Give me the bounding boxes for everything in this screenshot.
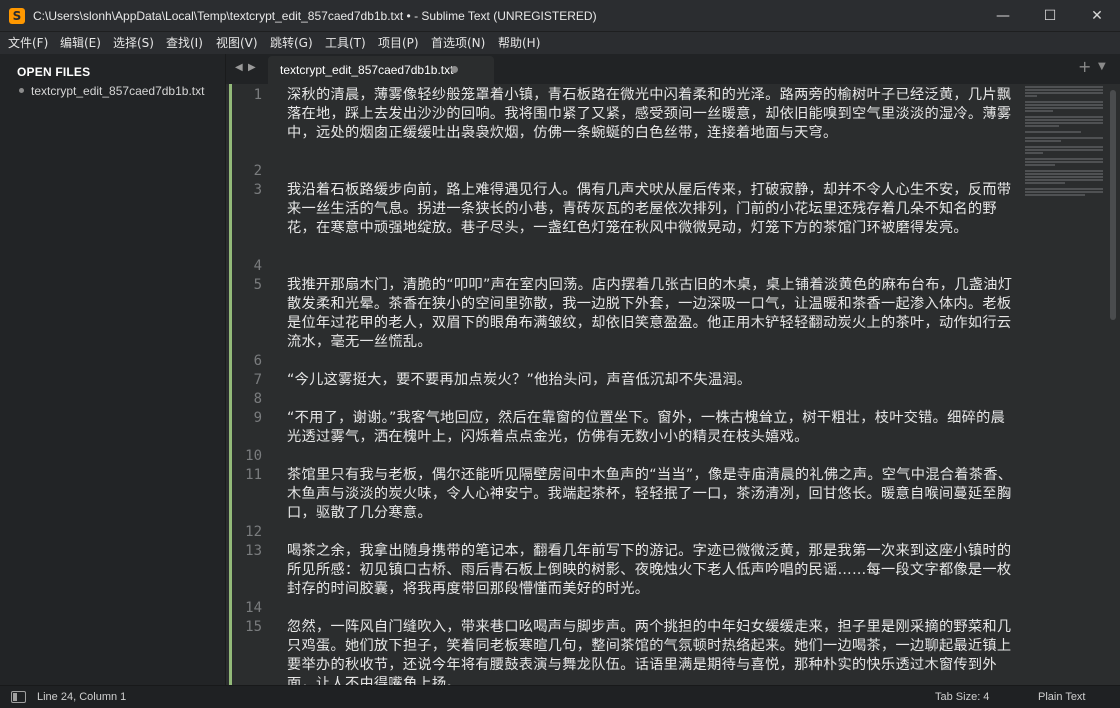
sidebar: OPEN FILES textcrypt_edit_857caed7db1b.t… <box>0 54 226 685</box>
tab-label: textcrypt_edit_857caed7db1b.txt <box>280 63 454 77</box>
window-title: C:\Users\slonh\AppData\Local\Temp\textcr… <box>33 9 597 23</box>
line-number: 4 <box>253 258 262 274</box>
line-text[interactable]: 喝茶之余，我拿出随身携带的笔记本，翻看几年前写下的游记。字迹已微微泛黄，那是我第… <box>287 542 1017 599</box>
line-number: 7 <box>253 372 262 388</box>
line-number: 14 <box>245 600 262 616</box>
minimap-line <box>1025 110 1053 112</box>
line-number: 11 <box>245 467 262 483</box>
line-text[interactable]: 我沿着石板路缓步向前，路上难得遇见行人。偶有几声犬吠从屋后传来，打破寂静，却并不… <box>287 181 1017 238</box>
minimap-line <box>1025 170 1103 172</box>
minimap-line <box>1025 188 1103 190</box>
scrollbar-thumb[interactable] <box>1110 90 1116 320</box>
line-text[interactable]: 忽然，一阵风自门缝吹入，带来巷口吆喝声与脚步声。两个挑担的中年妇女缓缓走来，担子… <box>287 618 1017 685</box>
minimap-line <box>1025 158 1103 160</box>
minimap-line <box>1025 173 1103 175</box>
minimap-line <box>1025 89 1103 91</box>
tab-size-selector[interactable]: Tab Size: 4 <box>935 690 989 704</box>
menu-bar: 文件(F) 编辑(E) 选择(S) 查找(I) 视图(V) 跳转(G) 工具(T… <box>0 32 1120 54</box>
line-number: 2 <box>253 163 262 179</box>
menu-selection[interactable]: 选择(S) <box>113 34 154 52</box>
tab-bar: ◀ ▶ textcrypt_edit_857caed7db1b.txt + ▼ <box>226 54 1120 84</box>
sidebar-file-item[interactable]: textcrypt_edit_857caed7db1b.txt <box>0 82 225 100</box>
minimap-line <box>1025 104 1103 106</box>
sidebar-file-name: textcrypt_edit_857caed7db1b.txt <box>31 84 205 98</box>
open-files-header: OPEN FILES <box>17 65 91 79</box>
cursor-position: Line 24, Column 1 <box>37 691 127 703</box>
menu-goto[interactable]: 跳转(G) <box>270 34 313 52</box>
minimap-line <box>1025 164 1055 166</box>
menu-find[interactable]: 查找(I) <box>166 34 203 52</box>
title-bar: S C:\Users\slonh\AppData\Local\Temp\text… <box>0 0 1120 32</box>
minimap-line <box>1025 140 1061 142</box>
line-text[interactable]: “不用了，谢谢。”我客气地回应，然后在靠窗的位置坐下。窗外，一株古槐耸立，树干粗… <box>287 409 1017 447</box>
minimap-line <box>1025 194 1085 196</box>
minimap-line <box>1025 161 1103 163</box>
minimap-line <box>1025 101 1103 103</box>
line-number: 9 <box>253 410 262 426</box>
unsaved-dot-icon[interactable] <box>451 66 458 73</box>
menu-edit[interactable]: 编辑(E) <box>60 34 101 52</box>
line-number: 13 <box>245 543 262 559</box>
minimap-line <box>1025 92 1103 94</box>
minimap-line <box>1025 191 1103 193</box>
menu-tools[interactable]: 工具(T) <box>325 34 366 52</box>
minimap-line <box>1025 176 1103 178</box>
line-number: 3 <box>253 182 262 198</box>
minimap-line <box>1025 125 1059 127</box>
new-tab-icon[interactable]: + <box>1078 57 1091 77</box>
close-button[interactable]: ✕ <box>1074 0 1120 32</box>
minimap-line <box>1025 146 1103 148</box>
line-number: 15 <box>245 619 262 635</box>
minimize-button[interactable]: — <box>980 0 1026 32</box>
line-number: 5 <box>253 277 262 293</box>
tab-active-file[interactable]: textcrypt_edit_857caed7db1b.txt <box>268 56 494 84</box>
line-text[interactable]: 深秋的清晨，薄雾像轻纱般笼罩着小镇，青石板路在微光中闪着柔和的光泽。路两旁的榆树… <box>287 86 1017 143</box>
minimap-line <box>1025 149 1103 151</box>
toggle-sidebar-icon[interactable] <box>11 691 26 703</box>
vertical-scrollbar[interactable] <box>1110 84 1116 685</box>
tab-scroll-left-icon[interactable]: ◀ <box>235 60 243 76</box>
menu-preferences[interactable]: 首选项(N) <box>431 34 485 52</box>
minimap-line <box>1025 119 1103 121</box>
minimap-line <box>1025 179 1103 181</box>
line-number: 6 <box>253 353 262 369</box>
syntax-selector[interactable]: Plain Text <box>1038 690 1086 704</box>
line-text[interactable]: 我推开那扇木门，清脆的“叩叩”声在室内回荡。店内摆着几张古旧的木桌，桌上铺着淡黄… <box>287 276 1017 352</box>
menu-view[interactable]: 视图(V) <box>216 34 258 52</box>
line-number: 12 <box>245 524 262 540</box>
maximize-button[interactable]: ☐ <box>1027 0 1073 32</box>
minimap-line <box>1025 86 1103 88</box>
minimap-line <box>1025 107 1103 109</box>
line-number: 10 <box>245 448 262 464</box>
tab-list-dropdown-icon[interactable]: ▼ <box>1098 59 1106 75</box>
menu-file[interactable]: 文件(F) <box>8 34 48 52</box>
line-text[interactable]: “今儿这雾挺大，要不要再加点炭火？”他抬头问，声音低沉却不失温润。 <box>287 371 1017 390</box>
minimap-line <box>1025 137 1103 139</box>
line-number: 1 <box>253 87 262 103</box>
tab-scroll-right-icon[interactable]: ▶ <box>248 60 256 76</box>
minimap-line <box>1025 122 1103 124</box>
minimap-line <box>1025 95 1037 97</box>
line-number: 8 <box>253 391 262 407</box>
line-text[interactable]: 茶馆里只有我与老板，偶尔还能听见隔壁房间中木鱼声的“当当”，像是寺庙清晨的礼佛之… <box>287 466 1017 523</box>
minimap-line <box>1025 131 1081 133</box>
sublime-logo-icon: S <box>9 8 25 24</box>
menu-help[interactable]: 帮助(H) <box>498 34 540 52</box>
status-bar: Line 24, Column 1 Tab Size: 4 Plain Text <box>0 685 1120 708</box>
minimap-line <box>1025 116 1103 118</box>
unsaved-dot-icon <box>19 88 24 93</box>
menu-project[interactable]: 项目(P) <box>378 34 419 52</box>
minimap[interactable] <box>1025 84 1105 685</box>
minimap-line <box>1025 182 1065 184</box>
editor-area[interactable]: 1 深秋的清晨，薄雾像轻纱般笼罩着小镇，青石板路在微光中闪着柔和的光泽。路两旁的… <box>226 84 1120 685</box>
minimap-line <box>1025 152 1043 154</box>
